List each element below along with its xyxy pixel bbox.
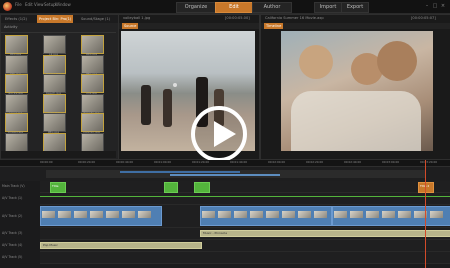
menu-window[interactable]: Window (55, 2, 71, 7)
title-clip[interactable] (164, 182, 178, 193)
tab-import[interactable]: Import (314, 2, 342, 13)
tab-sound-stage[interactable]: Sound/Stage (1) (79, 15, 112, 23)
clip-frame-thumbnail (382, 211, 395, 218)
ruler-tick: 00:02:00.00 (268, 160, 286, 164)
play-icon[interactable] (191, 106, 247, 162)
track-header[interactable]: A/V Track (4) (2, 240, 38, 251)
track-header[interactable]: A/V Track (5) (2, 252, 38, 263)
ruler-tick: 00:01:00.00 (154, 160, 172, 164)
tab-export[interactable]: Export (341, 2, 369, 13)
tab-effects[interactable]: Effects (1/2) (3, 15, 29, 23)
clip-frame-thumbnail (58, 211, 71, 218)
clip-frame-thumbnail (350, 211, 363, 218)
title-clip[interactable] (194, 182, 210, 193)
clip-frame-thumbnail (250, 211, 263, 218)
program-filename: California Summer 16 Movie.axp (265, 16, 324, 20)
clip-frame-thumbnail (430, 211, 443, 218)
clip-frame-thumbnail (266, 211, 279, 218)
close-icon[interactable]: × (440, 3, 446, 9)
track-row: Music - Pinnacle (40, 228, 450, 240)
tab-edit[interactable]: Edit (215, 2, 253, 13)
ruler-tick: 00:01:20.00 (192, 160, 210, 164)
track-row: Pop Music (40, 240, 450, 252)
media-thumbnail[interactable] (43, 132, 66, 152)
title-clip[interactable]: Title 2 (418, 182, 434, 193)
ruler-tick: 00:01:40.00 (230, 160, 248, 164)
menu-edit[interactable]: Edit (25, 2, 33, 7)
clip-frame-thumbnail (138, 211, 151, 218)
playhead[interactable] (425, 160, 426, 268)
maximize-icon[interactable]: □ (432, 3, 438, 9)
app-logo (3, 2, 12, 11)
clip-frame-thumbnail (90, 211, 103, 218)
ruler-tick: 00:00:00 (40, 160, 53, 164)
ruler-tick: 00:00:40.00 (116, 160, 134, 164)
clip-frame-thumbnail (298, 211, 311, 218)
folder-label: Activity (4, 25, 18, 29)
ruler-tick: 00:02:40.00 (344, 160, 362, 164)
ruler-tick: 00:02:20.00 (306, 160, 324, 164)
source-filename: volleyball 1.jpg (123, 16, 151, 20)
tab-organize[interactable]: Organize (176, 2, 216, 13)
tab-timeline-view[interactable]: Timeline (264, 23, 284, 29)
tab-project-bin[interactable]: Project Bin: Pro(1) (37, 15, 74, 23)
track-row (40, 252, 450, 264)
clip-frame-thumbnail (398, 211, 411, 218)
clip-frame-thumbnail (234, 211, 247, 218)
track-row (40, 205, 450, 228)
ruler-tick: 00:03:20.00 (420, 160, 438, 164)
clip-frame-thumbnail (122, 211, 135, 218)
tab-author[interactable]: Author (252, 2, 292, 13)
menu-setup[interactable]: Setup (44, 2, 56, 7)
clip-frame-thumbnail (106, 211, 119, 218)
clip-frame-thumbnail (42, 211, 55, 218)
timeline-toolbar (0, 166, 450, 181)
program-preview-image (281, 31, 433, 151)
clip-frame-thumbnail (218, 211, 231, 218)
menu-file[interactable]: File (15, 2, 22, 7)
ruler-tick: 00:00:20.00 (78, 160, 96, 164)
minimize-icon[interactable]: – (424, 3, 430, 9)
clip-frame-thumbnail (202, 211, 215, 218)
title-clip[interactable]: Title (50, 182, 66, 193)
track-header[interactable]: Main Track (V) (2, 181, 38, 192)
audio-clip[interactable]: Pop Music (40, 242, 202, 249)
clip-frame-thumbnail (334, 211, 347, 218)
program-viewer: California Summer 16 Movie.axp [00:00:05… (260, 14, 450, 160)
track-header[interactable]: A/V Track (3) (2, 228, 38, 239)
tab-source[interactable]: Source (122, 23, 139, 29)
clip-frame-thumbnail (74, 211, 87, 218)
program-timecode: [00:00:05:07] (411, 16, 436, 20)
media-thumbnail[interactable] (81, 132, 104, 152)
clip-frame-thumbnail (314, 211, 327, 218)
menu-view[interactable]: View (34, 2, 44, 7)
clip-frame-thumbnail (282, 211, 295, 218)
track-row: Title Title 2 (40, 181, 450, 193)
track-row (40, 193, 450, 205)
clip-frame-thumbnail (366, 211, 379, 218)
library-panel: Effects (1/2) Project Bin: Pro(1) Sound/… (0, 14, 119, 160)
track-header[interactable]: A/V Track (1) (2, 193, 38, 204)
audio-clip[interactable]: Music - Pinnacle (200, 230, 450, 237)
ruler-tick: 00:03:00.00 (382, 160, 400, 164)
source-timecode: [00:00:05.00] (225, 16, 250, 20)
track-header[interactable]: A/V Track (2) (2, 205, 38, 227)
